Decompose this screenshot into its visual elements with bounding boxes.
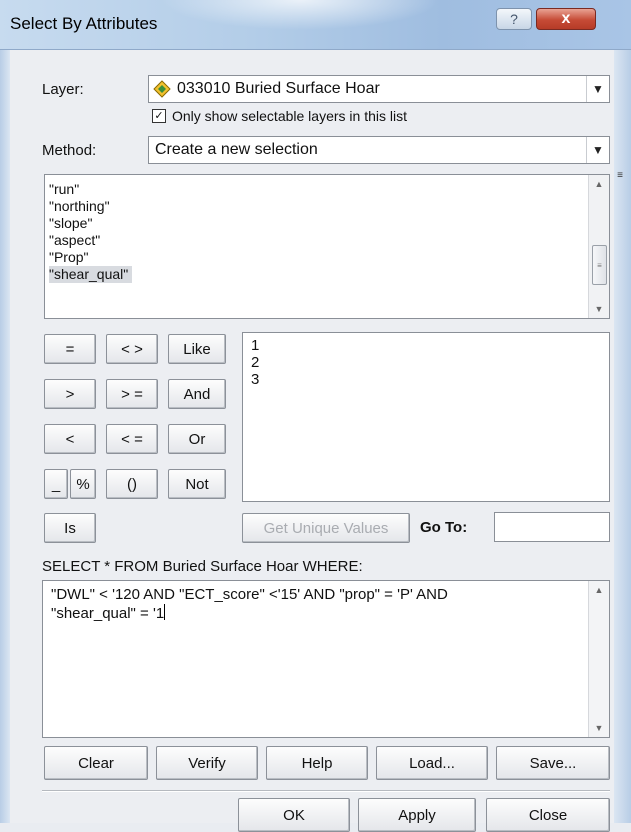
layer-value: 033010 Buried Surface Hoar	[177, 80, 380, 97]
sql-expression-line-1: "DWL" < '120 AND "ECT_score" <'15' AND "…	[51, 586, 448, 603]
field-list-item[interactable]: "slope"	[45, 215, 609, 232]
dialog-body: Layer: 033010 Buried Surface Hoar ▼ ✓ On…	[10, 50, 614, 832]
not-equal-button[interactable]: < >	[106, 334, 158, 364]
save-button[interactable]: Save...	[496, 746, 610, 780]
sql-expression-line-2: "shear_qual" = '1	[51, 605, 165, 622]
fields-scrollbar[interactable]: ▲ ≡ ▼	[588, 175, 609, 318]
goto-label: Go To:	[420, 519, 468, 536]
scroll-thumb[interactable]: ≡	[592, 245, 607, 285]
question-mark-icon: ?	[510, 11, 518, 27]
percent-button[interactable]: %	[70, 469, 96, 499]
field-list-item[interactable]: "aspect"	[45, 232, 609, 249]
only-selectable-label: Only show selectable layers in this list	[172, 108, 407, 124]
fields-items: "run" "northing" "slope" "aspect" "Prop" "she…	[45, 175, 609, 283]
is-button[interactable]: Is	[44, 513, 96, 543]
scroll-down-icon[interactable]: ▼	[589, 300, 609, 318]
text-caret	[164, 604, 166, 620]
window-title: Select By Attributes	[10, 14, 158, 33]
goto-input[interactable]	[494, 512, 610, 542]
parentheses-button[interactable]: ()	[106, 469, 158, 499]
field-list-item[interactable]: "northing"	[45, 198, 609, 215]
less-than-button[interactable]: <	[44, 424, 96, 454]
window-frame-left	[0, 50, 10, 823]
scroll-up-icon[interactable]: ▲	[589, 175, 609, 193]
layer-dropdown[interactable]: 033010 Buried Surface Hoar ▼	[148, 75, 610, 103]
sql-expression-input[interactable]: "DWL" < '120 AND "ECT_score" <'15' AND "…	[42, 580, 610, 738]
unique-value-item[interactable]: 3	[251, 371, 609, 388]
only-selectable-checkbox[interactable]: ✓	[152, 109, 166, 123]
method-label: Method:	[42, 142, 97, 159]
load-button[interactable]: Load...	[376, 746, 488, 780]
field-name: "shear_qual"	[49, 266, 133, 283]
field-name: "aspect"	[49, 232, 101, 248]
get-unique-values-button[interactable]: Get Unique Values	[242, 513, 410, 543]
ok-button[interactable]: OK	[238, 798, 350, 832]
field-list-item[interactable]: "Prop"	[45, 249, 609, 266]
fields-list[interactable]: "run" "northing" "slope" "aspect" "Prop" "she…	[44, 174, 610, 319]
field-name: "slope"	[49, 215, 93, 231]
scroll-up-icon[interactable]: ▲	[589, 581, 609, 599]
greater-equal-button[interactable]: > =	[106, 379, 158, 409]
equals-button[interactable]: =	[44, 334, 96, 364]
verify-button[interactable]: Verify	[156, 746, 258, 780]
close-window-button[interactable]: x	[536, 8, 596, 30]
sql-header: SELECT * FROM Buried Surface Hoar WHERE:	[42, 558, 363, 575]
field-name: "run"	[49, 181, 80, 197]
apply-button[interactable]: Apply	[358, 798, 476, 832]
resize-grip-icon[interactable]: ≡	[614, 170, 626, 181]
unique-values-items: 123	[243, 333, 609, 388]
scroll-down-icon[interactable]: ▼	[589, 719, 609, 737]
underscore-button[interactable]: _	[44, 469, 68, 499]
clear-button[interactable]: Clear	[44, 746, 148, 780]
window-frame-right: ≡	[614, 50, 631, 823]
method-value: Create a new selection	[155, 141, 318, 158]
only-selectable-checkbox-row[interactable]: ✓ Only show selectable layers in this li…	[152, 108, 407, 124]
field-name: "Prop"	[49, 249, 89, 265]
unique-value-item[interactable]: 2	[251, 354, 609, 371]
field-name: "northing"	[49, 198, 110, 214]
close-icon: x	[561, 10, 571, 27]
unique-values-list[interactable]: 123	[242, 332, 610, 502]
method-dropdown[interactable]: Create a new selection ▼	[148, 136, 610, 164]
unique-value-item[interactable]: 1	[251, 337, 609, 354]
title-bar[interactable]: Select By Attributes ? x	[0, 0, 631, 50]
field-list-item[interactable]: "run"	[45, 181, 609, 198]
layer-label: Layer:	[42, 81, 84, 98]
chevron-down-icon[interactable]: ▼	[586, 76, 609, 102]
field-list-item[interactable]: "shear_qual"	[45, 266, 609, 283]
like-button[interactable]: Like	[168, 334, 226, 364]
help-button[interactable]: Help	[266, 746, 368, 780]
divider	[42, 790, 610, 792]
or-button[interactable]: Or	[168, 424, 226, 454]
less-equal-button[interactable]: < =	[106, 424, 158, 454]
not-button[interactable]: Not	[168, 469, 226, 499]
help-title-button[interactable]: ?	[496, 8, 532, 30]
sql-scrollbar[interactable]: ▲ ▼	[588, 581, 609, 737]
chevron-down-icon[interactable]: ▼	[586, 137, 609, 163]
and-button[interactable]: And	[168, 379, 226, 409]
close-button[interactable]: Close	[486, 798, 610, 832]
greater-than-button[interactable]: >	[44, 379, 96, 409]
layer-diamond-icon	[153, 80, 171, 98]
